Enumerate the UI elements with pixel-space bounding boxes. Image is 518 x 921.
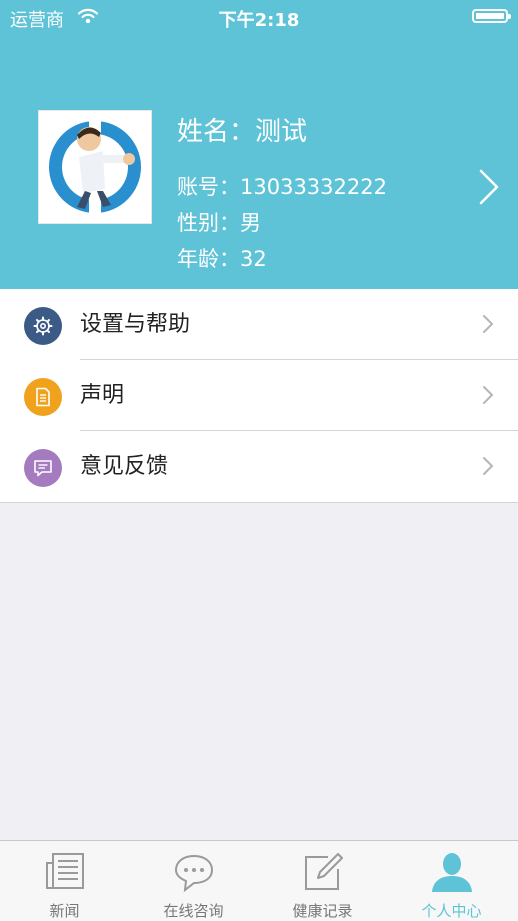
status-bar: 运营商 下午2:18 bbox=[0, 0, 518, 34]
feedback-icon bbox=[24, 449, 62, 487]
avatar[interactable] bbox=[38, 110, 152, 224]
menu-item-label: 意见反馈 bbox=[80, 454, 169, 479]
menu-item-label: 声明 bbox=[80, 383, 125, 408]
chevron-right-icon bbox=[483, 315, 494, 333]
document-icon bbox=[24, 378, 62, 416]
menu-item-statement[interactable]: 声明 bbox=[0, 360, 518, 431]
menu-list: 设置与帮助 声明 意见反馈 bbox=[0, 289, 518, 503]
chevron-right-icon bbox=[483, 457, 494, 475]
tab-news[interactable]: 新闻 bbox=[0, 841, 129, 921]
tab-label: 在线咨询 bbox=[163, 902, 224, 920]
tab-label: 新闻 bbox=[49, 902, 80, 920]
edit-icon bbox=[305, 853, 343, 890]
person-icon bbox=[432, 853, 472, 892]
status-time: 下午2:18 bbox=[218, 10, 300, 31]
menu-item-feedback[interactable]: 意见反馈 bbox=[0, 431, 518, 502]
profile-info: 姓名：测试 账号：13033332222 性别：男 年龄：32 bbox=[177, 116, 387, 282]
avatar-image bbox=[49, 121, 141, 213]
news-icon bbox=[46, 853, 84, 889]
chevron-right-icon bbox=[483, 386, 494, 404]
profile-card[interactable]: 姓名：测试 账号：13033332222 性别：男 年龄：32 bbox=[0, 90, 518, 280]
battery-icon bbox=[472, 9, 511, 23]
chevron-right-icon bbox=[479, 169, 499, 205]
gear-icon bbox=[24, 307, 62, 345]
tab-label: 个人中心 bbox=[421, 902, 482, 920]
tab-label: 健康记录 bbox=[292, 902, 353, 920]
profile-gender: 性别：男 bbox=[177, 211, 261, 235]
profile-header: 运营商 下午2:18 姓名：测试 账号：13033332222 性别：男 年龄：… bbox=[0, 0, 518, 289]
profile-account: 账号：13033332222 bbox=[177, 175, 387, 199]
tab-personal-center[interactable]: 个人中心 bbox=[387, 841, 516, 921]
tab-health-record[interactable]: 健康记录 bbox=[258, 841, 387, 921]
tab-online-consult[interactable]: 在线咨询 bbox=[129, 841, 258, 921]
menu-item-settings-help[interactable]: 设置与帮助 bbox=[0, 289, 518, 360]
menu-item-label: 设置与帮助 bbox=[80, 312, 191, 337]
chat-icon bbox=[174, 854, 214, 893]
profile-age: 年龄：32 bbox=[177, 247, 267, 271]
profile-name: 姓名：测试 bbox=[177, 117, 308, 147]
tab-bar: 新闻 在线咨询 健康记录 个人中心 bbox=[0, 840, 518, 921]
